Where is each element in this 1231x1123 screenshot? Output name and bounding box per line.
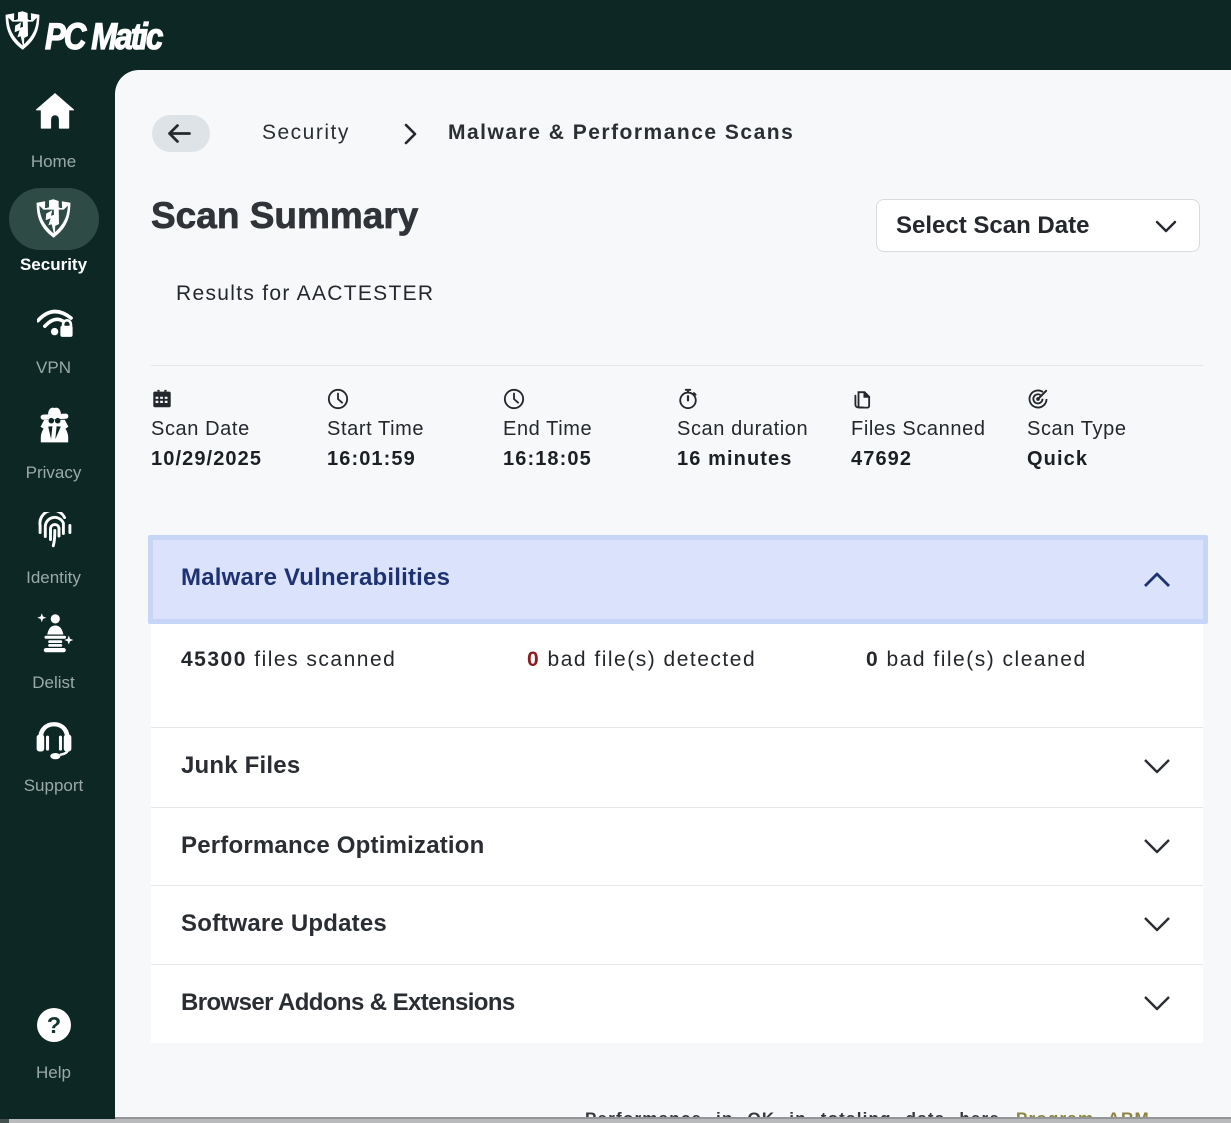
svg-text:?: ? <box>46 1012 60 1038</box>
